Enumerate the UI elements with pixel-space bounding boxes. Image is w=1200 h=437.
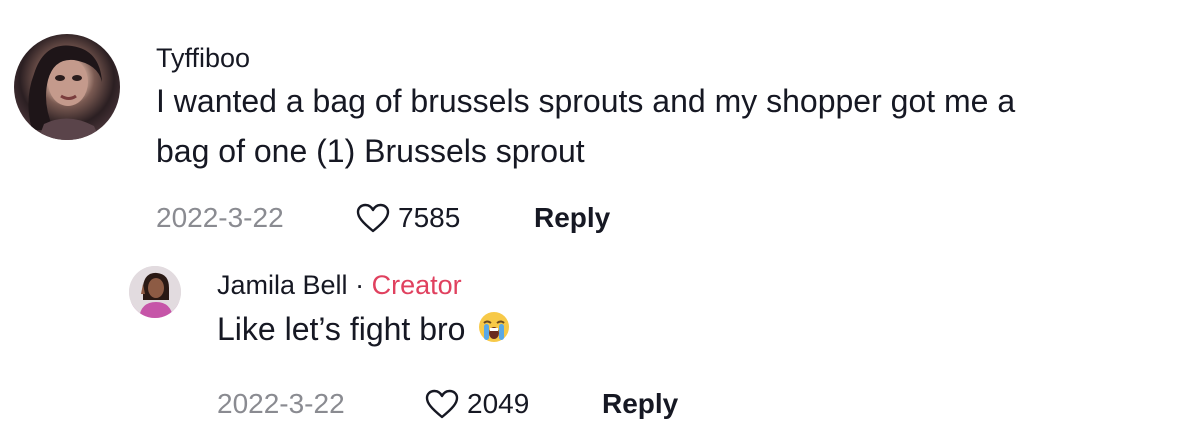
- like-count: 2049: [467, 388, 530, 419]
- comment-body: Tyffiboo I wanted a bag of brussels spro…: [156, 34, 1166, 234]
- like-button[interactable]: 2049: [425, 388, 602, 420]
- reply-item: Jamila Bell · Creator Like let’s fight b…: [129, 266, 1200, 420]
- heart-icon: [356, 203, 390, 233]
- like-count: 7585: [398, 202, 461, 233]
- creator-avatar-icon: [129, 266, 181, 318]
- reply-button[interactable]: Reply: [534, 202, 610, 234]
- reply-button[interactable]: Reply: [602, 388, 678, 420]
- reply-text-line: Like let’s fight bro: [217, 304, 1200, 358]
- reply-body: Jamila Bell · Creator Like let’s fight b…: [217, 266, 1200, 420]
- comments-section: Tyffiboo I wanted a bag of brussels spro…: [0, 0, 1200, 437]
- comment-date: 2022-3-22: [156, 202, 284, 233]
- avatar[interactable]: [129, 266, 181, 318]
- comment-item: Tyffiboo I wanted a bag of brussels spro…: [14, 34, 1166, 234]
- comment-username[interactable]: Tyffiboo: [156, 42, 1166, 74]
- loudly-crying-face-icon: [477, 308, 511, 358]
- reply-text: Like let’s fight bro: [217, 311, 466, 347]
- creator-badge: Creator: [371, 270, 462, 300]
- heart-icon: [425, 389, 459, 419]
- avatar[interactable]: [14, 34, 120, 140]
- comment-text: I wanted a bag of brussels sprouts and m…: [156, 76, 1166, 176]
- separator-dot: ·: [355, 270, 365, 300]
- reply-meta: 2022-3-22 2049 Reply: [217, 388, 1200, 420]
- like-button[interactable]: 7585: [356, 202, 534, 234]
- comment-text-line: bag of one (1) Brussels sprout: [156, 133, 585, 169]
- reply-username[interactable]: Jamila Bell: [217, 270, 348, 300]
- reply-date: 2022-3-22: [217, 388, 345, 419]
- comment-meta: 2022-3-22 7585 Reply: [156, 202, 1166, 234]
- user-avatar-icon: [28, 45, 103, 140]
- reply-header: Jamila Bell · Creator: [217, 269, 1200, 301]
- comment-text-line: I wanted a bag of brussels sprouts and m…: [156, 83, 1016, 119]
